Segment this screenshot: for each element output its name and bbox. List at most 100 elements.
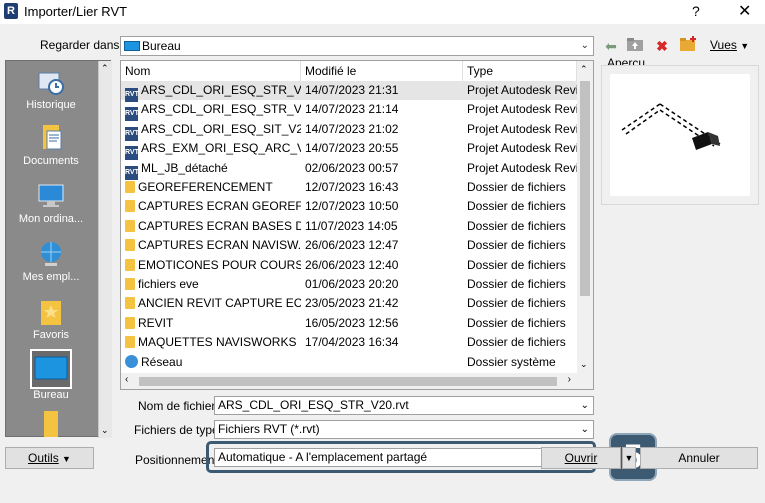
chevron-down-icon: ⌄ (580, 424, 589, 435)
delete-icon[interactable]: ✖ (652, 36, 672, 56)
place-label: Documents (23, 155, 79, 167)
file-list[interactable]: Nom Modifié le Type RVT ARS_CDL_ORI_ESQ_S… (120, 60, 594, 390)
positioning-dropdown[interactable]: Automatique - A l'emplacement partagé ⌄ (214, 448, 592, 467)
open-options-dropdown[interactable]: ▼ (622, 447, 636, 469)
up-folder-icon[interactable] (625, 36, 645, 56)
file-date: 26/06/2023 12:40 (305, 257, 399, 272)
scroll-thumb[interactable] (139, 377, 557, 386)
place-favorites[interactable]: Favoris (6, 297, 96, 341)
file-row[interactable]: ANCIEN REVIT CAPTURE EC... 23/05/2023 21:… (121, 294, 577, 313)
file-row[interactable]: RVT ARS_CDL_ORI_ESQ_STR_V2... 14/07/2023 2… (121, 100, 577, 122)
file-row[interactable]: RVT ML_JB_détaché 02/06/2023 00:57 Projet A… (121, 159, 577, 180)
new-folder-icon[interactable] (678, 36, 698, 56)
tools-button[interactable]: Outils ▼ (5, 447, 94, 469)
file-name: EMOTICONES POUR COURS (138, 257, 301, 272)
file-row[interactable]: REVIT 16/05/2023 12:56 Dossier de fichiers (121, 314, 577, 333)
scroll-left-icon[interactable]: ‹ (125, 374, 128, 385)
open-button[interactable]: Ouvrir (541, 447, 621, 469)
column-header-name[interactable]: Nom (121, 61, 301, 81)
lookin-dropdown[interactable]: Bureau ⌄ (120, 36, 594, 56)
folder-icon (125, 200, 135, 213)
file-name-cell: RVT ARS_CDL_ORI_ESQ_SIT_V20 (125, 120, 301, 141)
file-type: Projet Autodesk Revit (467, 102, 577, 117)
views-menu[interactable]: Vues ▼ (710, 38, 749, 52)
file-type: Projet Autodesk Revit (467, 160, 577, 175)
file-row[interactable]: RVT ARS_EXM_ORI_ESQ_ARC_V20 14/07/2023 20:… (121, 139, 577, 161)
file-row[interactable]: MAQUETTES NAVISWORKS 17/04/2023 16:34 Doss… (121, 333, 577, 352)
file-date: 14/07/2023 21:31 (305, 83, 399, 97)
places-scrollbar[interactable]: ⌃ ⌄ (98, 61, 112, 438)
file-name-cell: fichiers eve (125, 275, 301, 294)
scroll-thumb[interactable] (580, 81, 590, 296)
file-row[interactable]: CAPTURES ECRAN GEOREF... 12/07/2023 10:50… (121, 197, 577, 216)
folder-icon (125, 239, 135, 252)
scroll-down-icon[interactable]: ⌄ (580, 359, 588, 370)
file-row[interactable]: RVT ARS_CDL_ORI_ESQ_STR_V20 14/07/2023 21:… (121, 81, 577, 102)
file-row[interactable]: Réseau Dossier système (121, 353, 577, 372)
file-date: 02/06/2023 00:57 (305, 160, 399, 175)
file-date: 16/05/2023 12:56 (305, 315, 399, 330)
filetype-label: Fichiers de type: (134, 423, 223, 437)
chevron-down-icon: ▼ (740, 41, 750, 51)
file-date: 23/05/2023 21:42 (305, 296, 399, 311)
scroll-right-icon[interactable]: › (568, 374, 571, 385)
tools-label: Outils (28, 451, 59, 465)
cancel-button[interactable]: Annuler (640, 447, 758, 469)
filename-field[interactable]: ARS_CDL_ORI_ESQ_STR_V20.rvt ⌄ (214, 396, 594, 415)
folder-icon (125, 297, 135, 310)
back-arrow-icon[interactable]: ⬅ (601, 36, 621, 56)
file-name: CAPTURES ECRAN BASES D... (138, 218, 301, 233)
file-type: Dossier de fichiers (467, 257, 566, 272)
file-name: ARS_EXM_ORI_ESQ_ARC_V20 (141, 141, 301, 156)
close-button[interactable]: ✕ (738, 1, 751, 21)
file-date: 11/07/2023 14:05 (305, 218, 398, 233)
lookin-label: Regarder dans: (40, 38, 123, 52)
place-history[interactable]: Historique (6, 67, 96, 111)
chevron-down-icon: ▼ (624, 453, 634, 463)
file-row[interactable]: RVT ARS_CDL_ORI_ESQ_SIT_V20 14/07/2023 21:… (121, 120, 577, 141)
places-bar: Historique Documents Mon ordina... Mes e… (5, 60, 112, 438)
file-name: GEOREFERENCEMENT (138, 180, 273, 194)
file-type: Dossier de fichiers (467, 296, 566, 311)
file-name: Réseau (141, 354, 183, 369)
folder-icon (125, 316, 135, 329)
file-row[interactable]: CAPTURES ECRAN NAVISW... 26/06/2023 12:47… (121, 236, 577, 255)
documents-icon (36, 123, 66, 153)
place-label: Mes empl... (22, 271, 80, 283)
column-header-type[interactable]: Type (463, 61, 577, 81)
folder-icon (125, 278, 135, 290)
file-name-cell: RVT ML_JB_détaché (125, 159, 301, 180)
scroll-down-icon[interactable]: ⌄ (101, 425, 109, 436)
file-date: 12/07/2023 10:50 (305, 199, 399, 214)
place-folder[interactable] (6, 409, 96, 441)
file-row[interactable]: fichiers eve 01/06/2023 20:20 Dossier de f… (121, 275, 577, 294)
title-bar: R Importer/Lier RVT ? ✕ (0, 0, 765, 24)
folder-icon (125, 258, 135, 271)
file-type: Projet Autodesk Revit (467, 141, 577, 156)
file-name-cell: RVT ARS_CDL_ORI_ESQ_STR_V20 (125, 81, 301, 102)
file-type: Dossier de fichiers (467, 180, 566, 194)
place-desktop[interactable]: Bureau (6, 349, 96, 401)
file-row[interactable]: GEOREFERENCEMENT 12/07/2023 16:43 Dossier … (121, 178, 577, 197)
place-documents[interactable]: Documents (6, 123, 96, 167)
file-name-cell: RVT ARS_CDL_ORI_ESQ_STR_V2... (125, 100, 301, 122)
favorites-icon (36, 297, 66, 327)
file-name: fichiers eve (138, 277, 199, 291)
place-network[interactable]: Mes empl... (6, 239, 96, 283)
desktop-icon (124, 41, 140, 51)
scroll-up-icon[interactable]: ⌃ (101, 63, 109, 74)
file-row[interactable]: EMOTICONES POUR COURS 26/06/2023 12:40 Dos… (121, 256, 577, 275)
scroll-up-icon[interactable]: ⌃ (580, 64, 588, 75)
history-icon (36, 67, 66, 97)
help-button[interactable]: ? (692, 3, 700, 19)
network-icon (125, 354, 138, 368)
file-row[interactable]: CAPTURES ECRAN BASES D... 11/07/2023 14:0… (121, 217, 577, 236)
file-list-horizontal-scrollbar[interactable]: ‹ › (121, 373, 593, 389)
file-type: Projet Autodesk Revit (467, 83, 577, 97)
file-date: 14/07/2023 21:02 (305, 121, 399, 136)
column-header-modified[interactable]: Modifié le (301, 61, 463, 81)
file-date: 14/07/2023 20:55 (305, 141, 399, 156)
file-list-vertical-scrollbar[interactable]: ⌃ ⌄ (577, 61, 593, 373)
place-computer[interactable]: Mon ordina... (6, 181, 96, 225)
filetype-dropdown[interactable]: Fichiers RVT (*.rvt) ⌄ (214, 420, 594, 439)
